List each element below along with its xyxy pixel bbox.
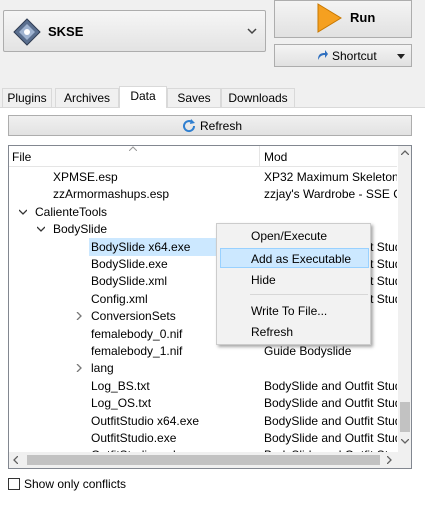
tree-row-file: CalienteTools bbox=[35, 204, 108, 219]
play-arrow-icon bbox=[317, 3, 342, 33]
tree-row-file: lang bbox=[91, 361, 114, 376]
menu-item-label: Refresh bbox=[251, 325, 294, 339]
scroll-right-icon[interactable] bbox=[387, 456, 392, 464]
tree-row-file: Log_BS.txt bbox=[91, 378, 150, 393]
menu-item-label: Hide bbox=[251, 273, 276, 287]
vertical-scroll-thumb[interactable] bbox=[400, 402, 410, 432]
menu-item-label: Write To File... bbox=[251, 304, 328, 318]
tree-row-mod: BodySlide and Outfit Studio bbox=[264, 431, 397, 445]
expanded-chevron-icon[interactable] bbox=[19, 208, 27, 216]
tree-row-file: BodySlide.exe bbox=[91, 257, 168, 271]
executable-selector[interactable]: SKSE bbox=[3, 10, 266, 52]
shortcut-label: Shortcut bbox=[332, 49, 377, 63]
tree-row[interactable]: lang bbox=[9, 359, 397, 377]
shortcut-button[interactable]: Shortcut bbox=[274, 44, 412, 67]
executable-label: SKSE bbox=[48, 24, 84, 39]
scroll-down-icon[interactable] bbox=[401, 439, 409, 444]
column-header-file[interactable]: File bbox=[12, 150, 31, 164]
tree-header: File Mod bbox=[9, 146, 397, 167]
tree-row[interactable]: Log_BS.txt BodySlide and Outfit Studio bbox=[9, 377, 397, 395]
tree-row-file: femalebody_1.nif bbox=[91, 344, 183, 358]
menu-item-label: Add as Executable bbox=[251, 252, 352, 266]
tree-row-file: femalebody_0.nif bbox=[91, 326, 183, 341]
tree-row-file: BodySlide.xml bbox=[91, 274, 168, 289]
collapsed-chevron-icon[interactable] bbox=[75, 364, 83, 373]
tree-row-mod: BodySlide and Outfit Studio bbox=[264, 396, 397, 411]
shortcut-icon bbox=[318, 50, 328, 60]
column-header-mod[interactable]: Mod bbox=[264, 150, 287, 164]
menu-item-open-execute[interactable]: Open/Execute bbox=[220, 226, 369, 246]
tree-row[interactable]: OutfitStudio.exe BodySlide and Outfit Stu… bbox=[9, 429, 397, 447]
tab-downloads[interactable]: Downloads bbox=[221, 88, 295, 107]
tab-plugins[interactable]: Plugins bbox=[2, 88, 52, 107]
tree-row[interactable]: CalienteTools bbox=[9, 203, 397, 221]
show-only-conflicts-label[interactable]: Show only conflicts bbox=[24, 477, 126, 491]
tree-row-mod: Guide Bodyslide bbox=[264, 344, 352, 358]
tab-data[interactable]: Data bbox=[119, 86, 167, 108]
column-divider[interactable] bbox=[259, 146, 260, 166]
menu-item-label: Open/Execute bbox=[251, 229, 328, 243]
skse-icon bbox=[13, 18, 41, 46]
tree-row-file: OutfitStudio.exe bbox=[91, 431, 177, 445]
tree-row[interactable]: zzArmormashups.esp zzjay's Wardrobe - SSE… bbox=[9, 185, 397, 203]
tab-archives[interactable]: Archives bbox=[55, 88, 119, 107]
tree-row-file: ConversionSets bbox=[91, 309, 176, 324]
scroll-left-icon[interactable] bbox=[13, 456, 18, 464]
sort-up-icon bbox=[129, 146, 137, 151]
tree-row[interactable]: XPMSE.esp XP32 Maximum Skeleton Special E… bbox=[9, 168, 397, 186]
show-only-conflicts-checkbox[interactable] bbox=[8, 478, 20, 490]
expanded-chevron-icon[interactable] bbox=[37, 225, 45, 233]
refresh-label: Refresh bbox=[200, 119, 243, 133]
run-label: Run bbox=[350, 10, 376, 25]
menu-item-refresh[interactable]: Refresh bbox=[220, 322, 369, 342]
tree-row-file: XPMSE.esp bbox=[53, 170, 118, 184]
vertical-scrollbar[interactable] bbox=[398, 146, 411, 468]
tree-row-mod: XP32 Maximum Skeleton Special Extended bbox=[264, 170, 397, 184]
tab-saves[interactable]: Saves bbox=[167, 88, 221, 107]
refresh-button[interactable]: Refresh bbox=[8, 115, 412, 136]
tree-row-mod: BodySlide and Outfit Studio bbox=[264, 378, 397, 393]
tree-row-mod: BodySlide and Outfit Studio bbox=[264, 413, 397, 428]
run-button[interactable]: Run bbox=[274, 0, 412, 38]
tree-row-file: Config.xml bbox=[91, 291, 148, 306]
chevron-down-icon bbox=[247, 28, 257, 35]
scroll-up-icon[interactable] bbox=[401, 150, 409, 155]
horizontal-scrollbar[interactable] bbox=[9, 452, 398, 468]
tree-row-file: BodySlide x64.exe bbox=[91, 239, 191, 254]
tree-row[interactable]: OutfitStudio x64.exe BodySlide and Outfit… bbox=[9, 412, 397, 430]
tree-row-file: zzArmormashups.esp bbox=[53, 187, 170, 202]
context-menu: Open/Execute Add as Executable Hide Writ… bbox=[216, 223, 371, 345]
collapsed-chevron-icon[interactable] bbox=[75, 312, 83, 321]
menu-item-add-as-executable[interactable]: Add as Executable bbox=[220, 248, 369, 268]
tree-row-file: BodySlide bbox=[53, 222, 108, 237]
menu-separator bbox=[250, 294, 368, 295]
menu-item-hide[interactable]: Hide bbox=[220, 270, 369, 290]
tree-row-file: Log_OS.txt bbox=[91, 396, 152, 411]
tab-bar-divider bbox=[0, 107, 425, 108]
dropdown-arrow-icon[interactable] bbox=[397, 54, 405, 59]
refresh-icon bbox=[183, 119, 196, 133]
horizontal-scroll-thumb[interactable] bbox=[27, 455, 380, 465]
tree-row[interactable]: Log_OS.txt BodySlide and Outfit Studio bbox=[9, 394, 397, 412]
tree-row-mod: zzjay's Wardrobe - SSE CBBE bbox=[264, 187, 397, 202]
menu-item-write-to-file[interactable]: Write To File... bbox=[220, 301, 369, 321]
tree-row-file: OutfitStudio x64.exe bbox=[91, 413, 200, 428]
